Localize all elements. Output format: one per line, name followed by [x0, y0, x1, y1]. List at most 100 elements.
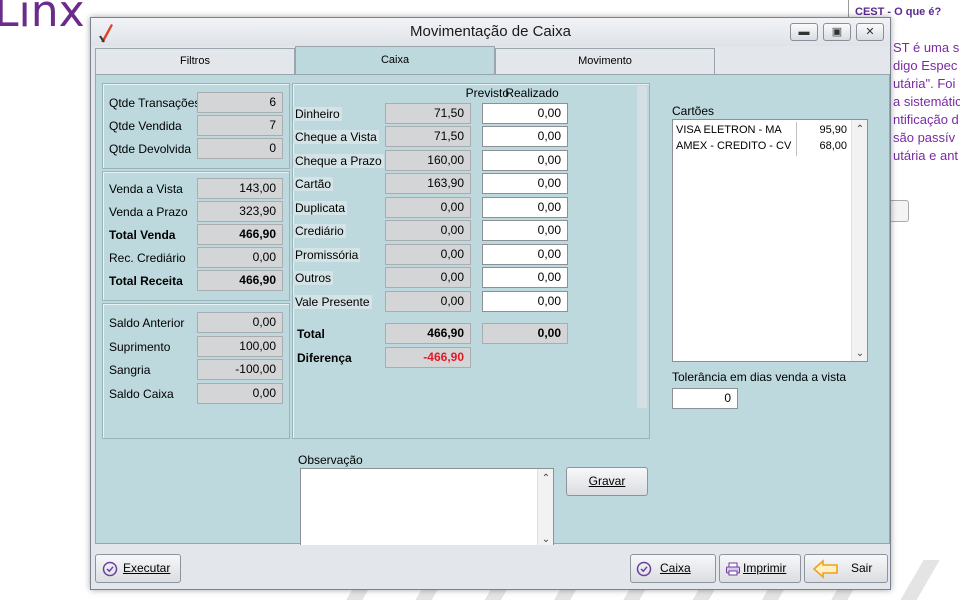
row-cartao-realizado[interactable]: 0,00 — [482, 173, 568, 194]
executar-button-label: Executar — [123, 561, 171, 575]
rec-crediario-label: Rec. Crediário — [109, 251, 186, 265]
row-duplicata-label: Duplicata — [293, 201, 348, 215]
row-vale-presente-realizado[interactable]: 0,00 — [482, 291, 568, 312]
cartoes-list[interactable]: VISA ELETRON - MA 95,90 AMEX - CREDITO -… — [672, 119, 868, 362]
qtde-devolvida-label: Qtde Devolvida — [109, 142, 192, 156]
sair-button-label: Sair — [851, 561, 873, 575]
row-cartao-label: Cartão — [293, 177, 334, 191]
row-outros-label: Outros — [293, 271, 334, 285]
row-vale-presente-label: Vale Presente — [293, 295, 372, 309]
quantities-group: Qtde Transações 6 Qtde Vendida 7 Qtde De… — [102, 83, 290, 169]
sales-group: Venda a Vista 143,00 Venda a Prazo 323,9… — [102, 171, 290, 301]
tolerancia-input[interactable]: 0 — [672, 388, 738, 409]
row-crediario-realizado[interactable]: 0,00 — [482, 220, 568, 241]
saldo-anterior-value: 0,00 — [197, 312, 283, 333]
minimize-button[interactable]: ▬ — [790, 23, 818, 41]
tab-filtros[interactable]: Filtros — [95, 48, 295, 74]
col-realizado-header: Realizado — [505, 86, 559, 100]
qtde-transacoes-value: 6 — [197, 92, 283, 113]
observacao-textarea[interactable]: ⌃ ⌄ — [300, 468, 554, 548]
row-dinheiro-previsto: 71,50 — [385, 103, 471, 124]
cartao-item-name[interactable]: AMEX - CREDITO - CV — [676, 140, 791, 152]
cartao-item-value[interactable]: 68,00 — [799, 140, 847, 152]
sangria-value: -100,00 — [197, 359, 283, 380]
row-cheque-prazo-previsto: 160,00 — [385, 150, 471, 171]
help-line: digo Espec — [893, 58, 958, 73]
rec-crediario-value: 0,00 — [197, 247, 283, 268]
total-receita-label: Total Receita — [109, 274, 183, 288]
row-promissoria-previsto: 0,00 — [385, 244, 471, 265]
venda-vista-value: 143,00 — [197, 178, 283, 199]
imprimir-button[interactable]: Imprimir — [719, 554, 801, 583]
help-line: ST é uma s — [893, 40, 960, 55]
executar-button[interactable]: Executar — [95, 554, 181, 583]
linx-logo: Linx — [0, 0, 85, 37]
row-promissoria-realizado[interactable]: 0,00 — [482, 244, 568, 265]
row-crediario-previsto: 0,00 — [385, 220, 471, 241]
maximize-button[interactable]: ▣ — [823, 23, 851, 41]
row-crediario-label: Crediário — [293, 224, 346, 238]
help-line: são passív — [893, 130, 956, 145]
help-line: utária e ant — [893, 148, 959, 163]
row-cheque-vista-realizado[interactable]: 0,00 — [482, 126, 568, 147]
total-label: Total — [297, 327, 325, 341]
printer-icon — [726, 562, 740, 576]
qtde-vendida-value: 7 — [197, 115, 283, 136]
window-title: Movimentação de Caixa — [410, 23, 571, 40]
row-duplicata-realizado[interactable]: 0,00 — [482, 197, 568, 218]
caixa-button[interactable]: Caixa — [630, 554, 716, 583]
title-bar[interactable]: Movimentação de Caixa ▬ ▣ ✕ — [91, 18, 890, 46]
cash-movement-window: Movimentação de Caixa ▬ ▣ ✕ Filtros Caix… — [90, 17, 891, 590]
observacao-scrollbar[interactable]: ⌃ ⌄ — [537, 469, 553, 547]
gravar-button-label: Gravar — [588, 474, 626, 488]
help-line: ntificação d — [893, 112, 959, 127]
grid-scroll-track[interactable] — [637, 86, 647, 408]
check-circle-icon — [636, 561, 652, 577]
saldo-caixa-value: 0,00 — [197, 383, 283, 404]
close-button[interactable]: ✕ — [856, 23, 884, 41]
row-outros-previsto: 0,00 — [385, 267, 471, 288]
venda-prazo-label: Venda a Prazo — [109, 205, 188, 219]
row-dinheiro-realizado[interactable]: 0,00 — [482, 103, 568, 124]
help-line: utária". Foi — [893, 76, 956, 91]
row-outros-realizado[interactable]: 0,00 — [482, 267, 568, 288]
row-promissoria-label: Promissória — [293, 248, 361, 262]
saldo-caixa-label: Saldo Caixa — [109, 387, 174, 401]
total-previsto-value: 466,90 — [385, 323, 471, 344]
list-column-divider — [796, 122, 797, 156]
row-cheque-vista-previsto: 71,50 — [385, 126, 471, 147]
sangria-label: Sangria — [109, 363, 151, 377]
cartao-item-value[interactable]: 95,90 — [799, 124, 847, 136]
help-panel-button[interactable] — [889, 200, 909, 222]
qtde-devolvida-value: 0 — [197, 138, 283, 159]
saldo-anterior-label: Saldo Anterior — [109, 316, 185, 330]
sair-button[interactable]: Sair — [804, 554, 888, 583]
row-cheque-vista-label: Cheque a Vista — [293, 130, 379, 144]
tab-movimento[interactable]: Movimento — [495, 48, 715, 74]
row-dinheiro-label: Dinheiro — [293, 107, 342, 121]
footer-bar: Executar Caixa Imprimir Sair — [91, 545, 890, 589]
row-cheque-prazo-realizado[interactable]: 0,00 — [482, 150, 568, 171]
qtde-transacoes-label: Qtde Transações — [109, 96, 201, 110]
observacao-label: Observação — [298, 453, 363, 467]
tab-caixa[interactable]: Caixa — [295, 46, 495, 75]
suprimento-value: 100,00 — [197, 336, 283, 357]
scroll-up-icon[interactable]: ⌃ — [538, 473, 554, 484]
total-receita-value: 466,90 — [197, 270, 283, 291]
cartoes-scrollbar[interactable]: ⌃ ⌄ — [851, 120, 867, 361]
check-circle-icon — [102, 561, 118, 577]
row-duplicata-previsto: 0,00 — [385, 197, 471, 218]
scroll-up-icon[interactable]: ⌃ — [852, 124, 868, 135]
gravar-button[interactable]: Gravar — [566, 467, 648, 496]
total-realizado-value: 0,00 — [482, 323, 568, 344]
qtde-vendida-label: Qtde Vendida — [109, 119, 182, 133]
payment-grid: Previsto Realizado Dinheiro 71,50 0,00 C… — [292, 83, 650, 439]
scroll-down-icon[interactable]: ⌄ — [538, 534, 554, 545]
total-venda-label: Total Venda — [109, 228, 176, 242]
help-line: a sistemátic — [893, 94, 960, 109]
venda-prazo-value: 323,90 — [197, 201, 283, 222]
scroll-down-icon[interactable]: ⌄ — [852, 348, 868, 359]
diferenca-value: -466,90 — [385, 347, 471, 368]
total-venda-value: 466,90 — [197, 224, 283, 245]
cartao-item-name[interactable]: VISA ELETRON - MA — [676, 124, 782, 136]
